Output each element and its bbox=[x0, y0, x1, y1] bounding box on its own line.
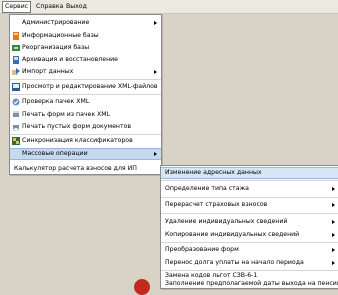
menu-item-label: Перенос долга уплаты на начало периода bbox=[165, 259, 304, 266]
menu-item-sync[interactable]: Синхронизация классификаторов bbox=[10, 135, 161, 147]
menu-item-label: Информационные базы bbox=[22, 32, 99, 39]
menu-item-label: Архивация и восстановление bbox=[22, 56, 118, 63]
menu-item-print-forms[interactable]: Печать форм из пачек XML bbox=[10, 109, 161, 121]
menu-divider bbox=[10, 94, 161, 95]
menu-item-check-xml[interactable]: Проверка пачек XML bbox=[10, 96, 161, 108]
xml-icon bbox=[12, 83, 20, 91]
menu-item-xml-edit[interactable]: Просмотр и редактирование XML-файлов bbox=[10, 81, 161, 93]
service-menu: Администрирование Информационные базы Ре… bbox=[9, 14, 162, 165]
menu-divider bbox=[161, 242, 338, 243]
menu-item-archive[interactable]: Архивация и восстановление bbox=[10, 54, 161, 66]
menu-item-label: Удаление индивидуальных сведений bbox=[165, 218, 288, 225]
menu-service[interactable]: Сервис bbox=[2, 1, 32, 13]
menu-item-delete-individual[interactable]: Удаление индивидуальных сведений bbox=[161, 216, 338, 228]
menu-item-label: Реорганизация базы bbox=[22, 44, 90, 51]
chevron-right-icon bbox=[332, 220, 335, 224]
menu-item-label: Преобразование форм bbox=[165, 246, 239, 253]
menu-item-label: Копирование индивидуальных сведений bbox=[165, 231, 300, 238]
menu-item-label: Перерасчет страховых взносов bbox=[165, 201, 268, 208]
chevron-right-icon bbox=[154, 152, 157, 156]
menu-item-mass-operations[interactable]: Массовые операции bbox=[10, 148, 161, 160]
menu-item-info-bases[interactable]: Информационные базы bbox=[10, 30, 161, 42]
menu-item-label: Определение типа стажа bbox=[165, 185, 249, 192]
chevron-right-icon bbox=[154, 21, 157, 25]
menu-item-label: Печать пустых форм документов bbox=[22, 123, 132, 130]
menu-item-label: Импорт данных bbox=[22, 68, 74, 75]
menu-divider bbox=[161, 197, 338, 198]
menu-item-change-address[interactable]: Изменение адресных данных bbox=[161, 167, 338, 179]
chevron-right-icon bbox=[332, 261, 335, 265]
menu-divider bbox=[161, 180, 338, 181]
menu-item-reorg[interactable]: Реорганизация базы bbox=[10, 42, 161, 54]
menu-item-label: Просмотр и редактирование XML-файлов bbox=[22, 83, 158, 90]
check-icon bbox=[12, 98, 20, 106]
menu-item-administration[interactable]: Администрирование bbox=[10, 17, 161, 29]
menu-item-import[interactable]: Импорт данных bbox=[10, 66, 161, 78]
print-icon bbox=[13, 111, 19, 117]
service-menu-footer: Калькулятор расчета взносов для ИП bbox=[9, 163, 162, 175]
menu-divider bbox=[10, 79, 161, 80]
menu-exit[interactable]: Выход bbox=[64, 2, 89, 12]
menu-item-label: Проверка пачек XML bbox=[22, 98, 90, 105]
menu-help[interactable]: Справка bbox=[34, 2, 65, 12]
archive-icon bbox=[13, 56, 19, 64]
menu-divider bbox=[161, 213, 338, 214]
chevron-right-icon bbox=[154, 70, 157, 74]
app-logo bbox=[134, 279, 150, 295]
import-icon bbox=[12, 68, 20, 75]
chevron-right-icon bbox=[332, 233, 335, 237]
print-blank-icon bbox=[13, 125, 19, 131]
menu-item-label: Калькулятор расчета взносов для ИП bbox=[14, 165, 137, 172]
menu-item-label: Изменение адресных данных bbox=[165, 169, 262, 176]
mass-operations-submenu: Изменение адресных данных Определение ти… bbox=[160, 165, 338, 289]
menu-item-print-blank[interactable]: Печать пустых форм документов bbox=[10, 121, 161, 133]
menu-item-recalc-contributions[interactable]: Перерасчет страховых взносов bbox=[161, 199, 338, 211]
menu-item-move-debt[interactable]: Перенос долга уплаты на начало периода bbox=[161, 257, 338, 269]
chevron-right-icon bbox=[332, 203, 335, 207]
menu-item-calculator[interactable]: Калькулятор расчета взносов для ИП bbox=[10, 163, 161, 174]
menu-bar: Сервис Справка Выход bbox=[0, 0, 338, 14]
sync-icon bbox=[12, 137, 20, 145]
menu-item-work-type[interactable]: Определение типа стажа bbox=[161, 183, 338, 195]
menu-item-convert-forms[interactable]: Преобразование форм bbox=[161, 244, 338, 256]
db-icon bbox=[13, 32, 19, 40]
menu-item-label: Администрирование bbox=[22, 19, 90, 26]
menu-item-label: Синхронизация классификаторов bbox=[22, 137, 133, 144]
db-reorg-icon bbox=[12, 45, 20, 51]
chevron-right-icon bbox=[332, 248, 335, 252]
chevron-right-icon bbox=[332, 187, 335, 191]
menu-item-label: Печать форм из пачек XML bbox=[22, 111, 111, 118]
menu-item-label: Массовые операции bbox=[22, 150, 88, 157]
menu-item-copy-individual[interactable]: Копирование индивидуальных сведений bbox=[161, 229, 338, 241]
